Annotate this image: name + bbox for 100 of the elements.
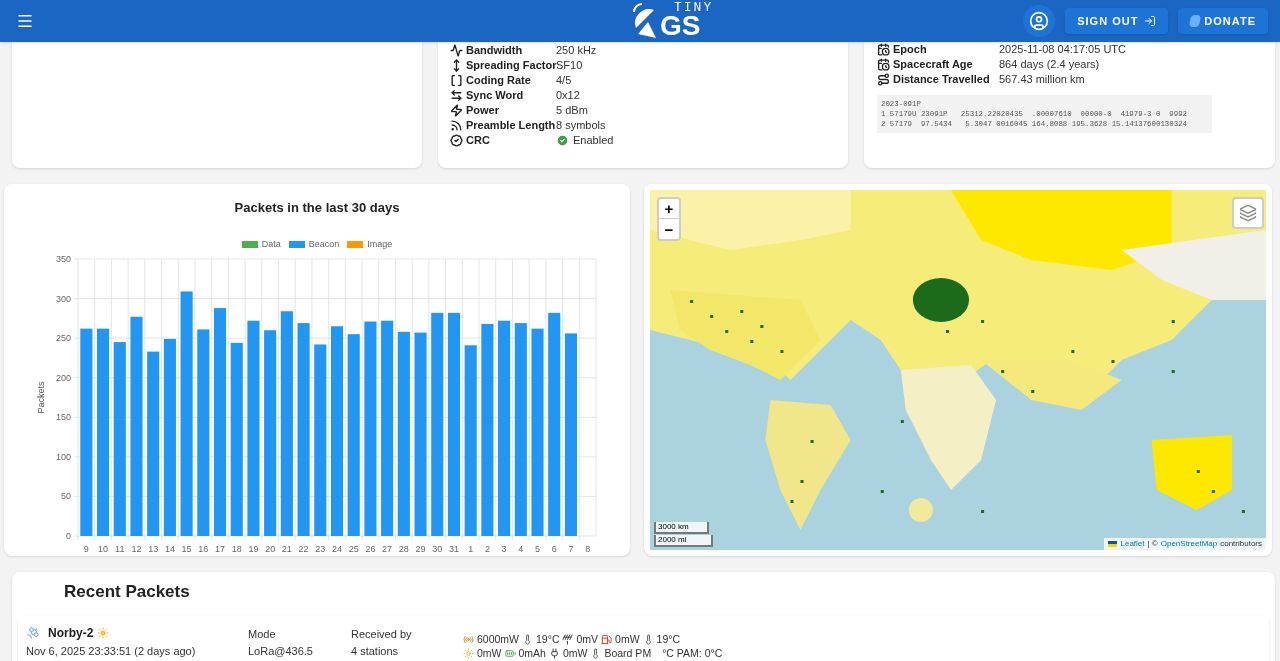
axis-title: Packets bbox=[36, 381, 46, 414]
attribution-text: | © bbox=[1147, 538, 1158, 550]
field-value: 250 kHz bbox=[556, 43, 597, 57]
axis-tick-label: 22 bbox=[298, 544, 309, 554]
field-label: Mode bbox=[248, 627, 277, 642]
fuel-pump-icon bbox=[601, 633, 613, 645]
telemetry-value: 0mW bbox=[562, 646, 588, 660]
axis-tick-label: 26 bbox=[365, 544, 376, 554]
ukraine-flag-icon bbox=[1108, 541, 1118, 547]
axis-tick-label: 300 bbox=[55, 293, 71, 304]
telemetry-value: 0mW bbox=[615, 632, 640, 646]
axis-tick-label: 13 bbox=[148, 544, 159, 554]
axis-tick-label: 25 bbox=[348, 544, 359, 554]
menu-icon bbox=[16, 12, 34, 30]
axis-tick-label: 23 bbox=[315, 544, 326, 554]
field-label: Sync Word bbox=[466, 88, 525, 102]
axis-tick-label: 4 bbox=[518, 544, 524, 554]
field-value: 5 dBm bbox=[556, 103, 588, 117]
axis-tick-label: 31 bbox=[448, 544, 459, 554]
field-label: Distance Travelled bbox=[893, 72, 991, 86]
route-icon bbox=[877, 72, 890, 86]
telemetry-value: °C PAM: 0°C bbox=[662, 646, 723, 660]
chart-line-icon bbox=[450, 43, 463, 57]
field-label: Spacecraft Age bbox=[893, 57, 974, 71]
telemetry-value: 0mW bbox=[477, 646, 502, 660]
thermometer-icon bbox=[522, 633, 533, 645]
field-value: Enabled bbox=[573, 133, 614, 147]
telemetry-value: Board PM bbox=[604, 646, 652, 660]
axis-tick-label: 50 bbox=[61, 491, 71, 502]
zoom-out-button[interactable]: − bbox=[659, 219, 679, 239]
field-label: Preamble Length bbox=[466, 118, 556, 132]
badge-check-icon bbox=[450, 133, 463, 147]
axis-tick-label: 20 bbox=[265, 544, 276, 554]
signal-waves-icon bbox=[450, 118, 463, 132]
field-label: Received by bbox=[351, 627, 413, 642]
field-value: LoRa@436.5 bbox=[248, 643, 314, 659]
exit-icon bbox=[1144, 15, 1157, 27]
leaflet-link[interactable]: Leaflet bbox=[1120, 538, 1145, 550]
axis-tick-label: 28 bbox=[398, 544, 409, 554]
telemetry-value: 19°C bbox=[656, 632, 681, 646]
donate-button[interactable]: DONATE bbox=[1178, 8, 1268, 34]
axis-tick-label: 14 bbox=[164, 544, 175, 554]
axis-tick-label: 18 bbox=[231, 544, 242, 554]
axis-tick-label: 6 bbox=[551, 544, 557, 554]
telemetry-value: 0mV bbox=[576, 632, 599, 646]
attribution-text: contributors bbox=[1220, 538, 1262, 550]
account-button[interactable] bbox=[1023, 5, 1056, 37]
axis-tick-label: 17 bbox=[215, 544, 226, 554]
axis-tick-label: 8 bbox=[585, 544, 591, 554]
logo-text: TINY bbox=[674, 1, 714, 14]
axis-tick-label: 12 bbox=[131, 544, 142, 554]
axis-tick-label: 27 bbox=[382, 544, 393, 554]
radio-icon bbox=[463, 633, 474, 645]
axis-tick-label: 30 bbox=[432, 544, 443, 554]
brackets-icon bbox=[450, 73, 463, 87]
lightning-icon bbox=[450, 103, 463, 117]
field-label: Spreading Factor bbox=[466, 58, 556, 72]
field-label: CRC bbox=[466, 133, 491, 147]
packet-date: Nov 6, 2025 23:33:51 (2 days ago) bbox=[26, 644, 197, 659]
scale-bar: 3000 km bbox=[654, 522, 709, 534]
account-icon bbox=[1029, 11, 1050, 31]
calendar-clock-icon bbox=[877, 57, 890, 71]
axis-tick-label: 200 bbox=[55, 372, 71, 383]
axis-tick-label: 21 bbox=[281, 544, 292, 554]
axis-tick-label: 24 bbox=[332, 544, 342, 554]
antenna-icon bbox=[562, 633, 574, 645]
telemetry-value: 19°C bbox=[536, 632, 560, 646]
field-value: 4/5 bbox=[556, 73, 572, 87]
axis-tick-label: 0 bbox=[66, 531, 71, 541]
plug-icon bbox=[548, 647, 560, 659]
legend-item: Beacon bbox=[288, 237, 340, 251]
axis-tick-label: 15 bbox=[181, 544, 192, 554]
sign-out-button[interactable]: SIGN OUT bbox=[1065, 8, 1169, 34]
layers-button[interactable] bbox=[1232, 197, 1264, 229]
axis-tick-label: 11 bbox=[115, 544, 125, 554]
legend-item: Data bbox=[241, 237, 281, 251]
satellite-name: Norby-2 bbox=[48, 625, 94, 642]
axis-tick-label: 10 bbox=[98, 544, 109, 554]
axis-tick-label: 5 bbox=[535, 544, 540, 554]
sun-icon bbox=[463, 647, 474, 659]
section-title: Recent Packets bbox=[64, 582, 191, 602]
packet-row[interactable]: Norby-2 Nov 6, 2025 23:33:51 (2 days ago) Mode LoRa@436.5 Received by 4 stations 6000mW 19°C 0mV 0mW 19°C 0mW 0mAh 0mW Board PM °C PAM: 0°C bbox=[18, 616, 1269, 661]
field-value: SF10 bbox=[556, 58, 583, 72]
axis-tick-label: 150 bbox=[55, 412, 71, 423]
satellite-icon bbox=[26, 626, 40, 640]
axis-tick-label: 9 bbox=[83, 544, 89, 554]
field-value: 8 symbols bbox=[556, 118, 606, 132]
chart-title: Packets in the last 30 days bbox=[234, 199, 400, 217]
zoom-in-button[interactable]: + bbox=[659, 199, 679, 219]
field-label: Bandwidth bbox=[466, 43, 524, 57]
field-value: 4 stations bbox=[351, 643, 400, 659]
legend-item: Image bbox=[347, 237, 393, 251]
telemetry-value: 6000mW bbox=[477, 632, 519, 646]
logo-text: GS bbox=[660, 12, 701, 40]
openstreetmap-link[interactable]: OpenStreetMap bbox=[1160, 538, 1218, 550]
swap-arrows-icon bbox=[450, 88, 463, 102]
field-value: 2025-11-08 04:17:05 UTC bbox=[999, 42, 1126, 56]
axis-tick-label: 250 bbox=[55, 333, 71, 344]
axis-tick-label: 2 bbox=[484, 544, 490, 554]
sun-icon bbox=[97, 627, 110, 639]
